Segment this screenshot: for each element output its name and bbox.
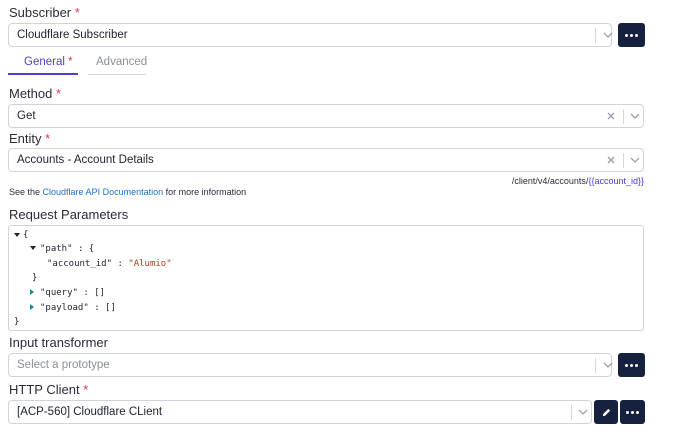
required-mark: * — [83, 382, 89, 397]
entity-select[interactable]: Accounts - Account Details — [8, 148, 644, 172]
expand-payload-icon[interactable] — [30, 304, 34, 310]
json-close-brace: } — [14, 317, 20, 327]
expand-query-icon[interactable] — [30, 289, 34, 295]
subscriber-select[interactable]: Cloudflare Subscriber — [8, 23, 615, 47]
json-path-line: "path" : { — [40, 244, 95, 254]
clear-icon[interactable] — [605, 154, 617, 166]
json-path-close: } — [32, 273, 38, 283]
http-client-value: [ACP-560] Cloudflare CLient — [17, 406, 163, 418]
documentation-note: See the Cloudflare API Documentation for… — [9, 187, 247, 197]
tab-active-indicator — [8, 73, 78, 75]
select-separator — [571, 405, 572, 420]
required-mark: * — [45, 131, 51, 146]
subscriber-more-button[interactable] — [618, 23, 645, 47]
request-parameters-editor[interactable]: { "path" : { "account_id" : "Alumio" } "… — [8, 225, 644, 331]
tab-inactive-indicator — [88, 74, 146, 75]
method-value: Get — [17, 110, 36, 122]
clear-icon[interactable] — [605, 110, 617, 122]
required-mark: * — [74, 5, 80, 20]
input-transformer-placeholder: Select a prototype — [17, 359, 110, 371]
select-separator — [623, 153, 624, 168]
select-separator — [595, 358, 596, 373]
required-mark: * — [68, 56, 73, 68]
entity-label: Entity * — [9, 131, 51, 146]
entity-path-hint: /client/v4/accounts/{{account_id}} — [511, 176, 644, 186]
json-account-id-line: "account_id" : "Alumio" — [47, 259, 172, 269]
input-transformer-more-button[interactable] — [618, 353, 645, 377]
chevron-down-icon[interactable] — [628, 153, 642, 167]
chevron-down-icon[interactable] — [601, 28, 615, 42]
request-parameters-label: Request Parameters — [9, 207, 129, 222]
required-mark: * — [56, 86, 62, 101]
json-open-brace: { — [23, 230, 29, 240]
http-client-edit-button[interactable] — [594, 400, 618, 424]
chevron-down-icon[interactable] — [576, 405, 590, 419]
http-client-label: HTTP Client * — [9, 382, 89, 397]
more-icon — [625, 33, 638, 37]
chevron-down-icon[interactable] — [628, 109, 642, 123]
http-client-more-button[interactable] — [620, 400, 645, 424]
json-payload-line: "payload" : [] — [40, 303, 116, 313]
json-query-line: "query" : [] — [40, 288, 106, 298]
path-token: {{account_id}} — [588, 176, 644, 186]
documentation-link[interactable]: Cloudflare API Documentation — [43, 187, 164, 197]
more-icon — [626, 410, 639, 414]
http-client-select[interactable]: [ACP-560] Cloudflare CLient — [8, 400, 592, 424]
method-select[interactable]: Get — [8, 104, 644, 128]
subscriber-label: Subscriber * — [9, 5, 80, 20]
pencil-icon — [602, 408, 610, 416]
select-separator — [623, 109, 624, 124]
input-transformer-select[interactable]: Select a prototype — [8, 353, 615, 377]
more-icon — [625, 363, 638, 367]
subscriber-value: Cloudflare Subscriber — [17, 29, 128, 41]
chevron-down-icon[interactable] — [601, 358, 615, 372]
input-transformer-label: Input transformer — [9, 335, 108, 350]
collapse-root-icon[interactable] — [14, 233, 20, 237]
collapse-path-icon[interactable] — [30, 246, 36, 250]
select-separator — [595, 28, 596, 43]
method-label: Method * — [9, 86, 62, 101]
tab-advanced[interactable]: Advanced — [96, 56, 147, 76]
entity-value: Accounts - Account Details — [17, 154, 154, 166]
